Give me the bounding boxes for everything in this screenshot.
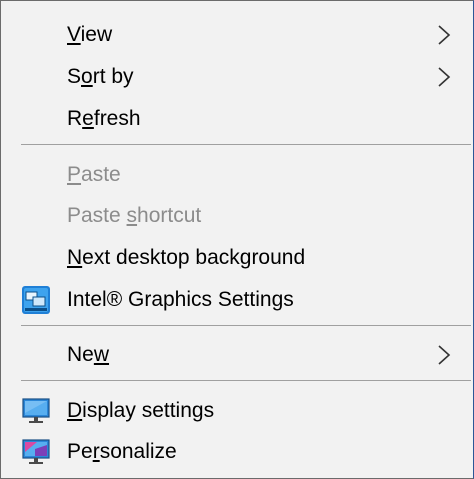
menu-item-refresh[interactable]: Refresh <box>1 99 473 139</box>
menu-separator <box>21 325 471 326</box>
menu-item-paste: Paste <box>1 155 473 195</box>
menu-item-sort-by[interactable]: Sort by <box>1 57 473 97</box>
desktop-context-menu: View Sort by Refresh Paste Paste shortcu… <box>0 0 474 479</box>
menu-item-view[interactable]: View <box>1 15 473 55</box>
menu-item-label: Sort by <box>67 65 134 88</box>
menu-item-label: Intel® Graphics Settings <box>67 288 294 311</box>
monitor-icon <box>22 398 50 423</box>
menu-separator <box>21 380 471 381</box>
menu-item-display-settings[interactable]: Display settings <box>1 391 473 431</box>
menu-item-intel-graphics-settings[interactable]: Intel® Graphics Settings <box>1 280 473 320</box>
menu-item-label: Paste <box>67 163 121 186</box>
menu-item-label: Display settings <box>67 399 215 422</box>
chevron-right-icon <box>438 67 451 87</box>
menu-item-label: Paste shortcut <box>67 204 202 227</box>
menu-item-next-desktop-background[interactable]: Next desktop background <box>1 238 473 278</box>
menu-separator <box>21 144 471 145</box>
intel-graphics-icon <box>22 286 50 314</box>
chevron-right-icon <box>438 25 451 45</box>
menu-item-new[interactable]: New <box>1 335 473 375</box>
menu-item-label: Next desktop background <box>67 246 306 269</box>
personalize-monitor-icon <box>22 439 50 464</box>
menu-item-label: New <box>67 343 110 366</box>
menu-item-label: Personalize <box>67 440 177 463</box>
menu-item-personalize[interactable]: Personalize <box>1 432 473 472</box>
menu-item-label: View <box>67 23 113 46</box>
menu-item-paste-shortcut: Paste shortcut <box>1 196 473 236</box>
menu-item-label: Refresh <box>67 107 141 130</box>
chevron-right-icon <box>438 345 451 365</box>
